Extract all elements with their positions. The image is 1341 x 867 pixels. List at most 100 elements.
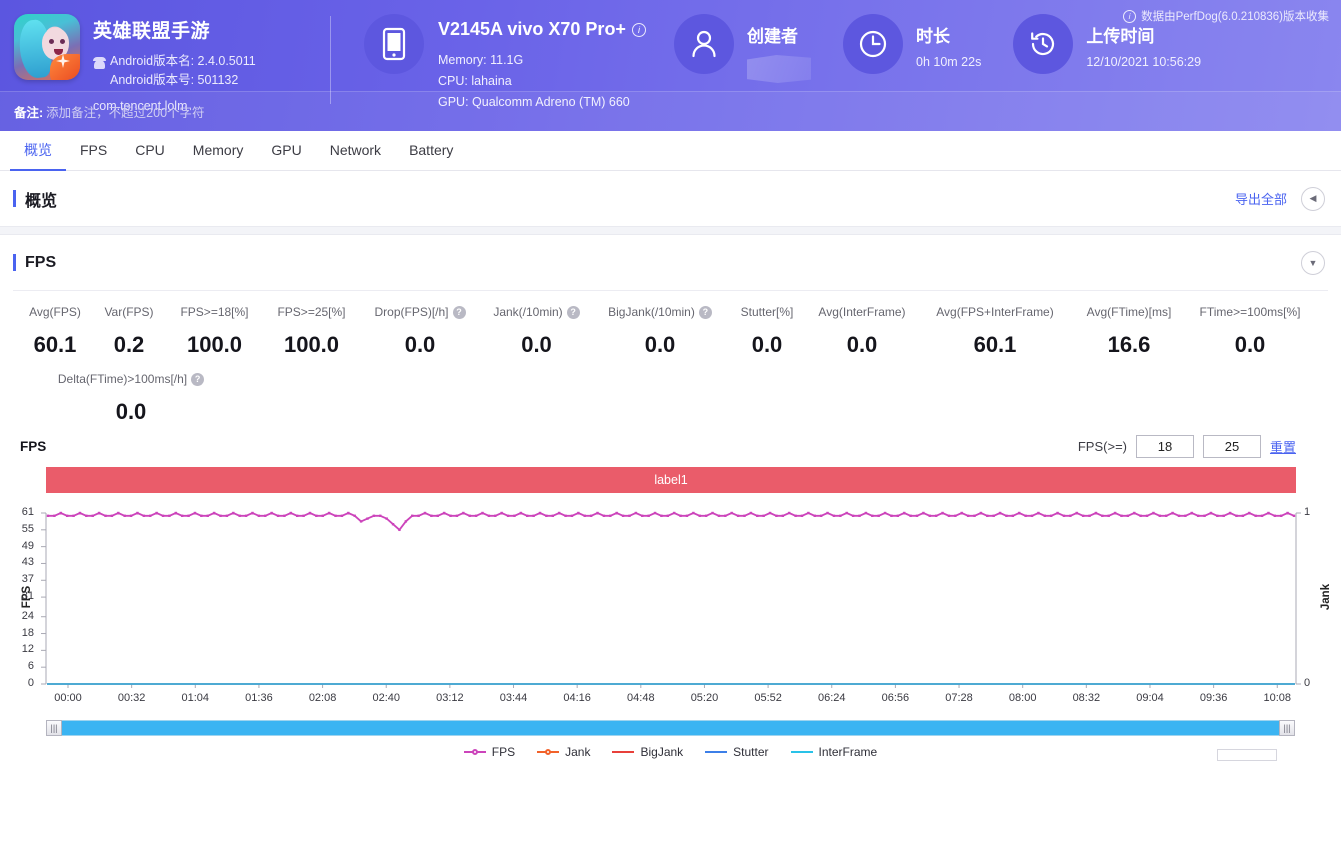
metric-label: Avg(FPS+InterFrame) — [936, 305, 1053, 319]
collapse-left-button[interactable]: ◀ — [1301, 186, 1325, 211]
legend-label: BigJank — [640, 745, 684, 759]
fps-section-title: FPS — [0, 254, 56, 272]
metric-label-text: Avg(InterFrame) — [818, 305, 906, 319]
x-tick-label: 05:52 — [754, 692, 782, 704]
metric-value: 60.1 — [973, 332, 1017, 357]
help-icon[interactable]: ? — [566, 305, 580, 319]
duration-value: 0h 10m 22s — [916, 55, 982, 69]
x-tick-label: 03:12 — [436, 692, 464, 704]
label-band[interactable]: label1 — [46, 467, 1296, 493]
android-icon — [93, 56, 106, 72]
metric-avg-interframe: Avg(InterFrame) 0.0 — [807, 305, 917, 358]
help-icon[interactable]: ? — [452, 305, 466, 319]
x-tick-label: 04:16 — [563, 692, 591, 704]
metric-ftime-100ms: FTime>=100ms[%] 0.0 — [1185, 305, 1315, 358]
metric-label-text: Drop(FPS)[/h] — [374, 305, 449, 319]
x-tick-label: 00:32 — [117, 692, 146, 704]
metric-label: Avg(InterFrame) — [818, 305, 905, 319]
overview-section-header: 概览 导出全部 ◀ — [0, 171, 1341, 226]
metric-value: 0.2 — [113, 332, 145, 357]
device-cpu: CPU: lahaina — [438, 74, 512, 88]
x-tick-label: 07:28 — [945, 692, 973, 704]
fps-chart-panel: FPS FPS(>=) 重置 label1 FPS Jank 061218243… — [0, 429, 1341, 761]
metric-label: BigJank(/10min)? — [608, 305, 712, 319]
remark-input[interactable]: 添加备注，不超过200个字符 — [46, 102, 204, 121]
help-icon[interactable]: ? — [191, 372, 205, 386]
device-memory: Memory: 11.1G — [438, 53, 524, 67]
tab-memory[interactable]: Memory — [179, 131, 258, 171]
help-icon[interactable]: ? — [698, 305, 712, 319]
metric-label-text: FPS>=18[%] — [180, 305, 249, 319]
fps-threshold-low-input[interactable] — [1135, 435, 1194, 458]
metric-label-text: FPS>=25[%] — [277, 305, 346, 319]
creator-avatar-placeholder — [747, 55, 811, 83]
legend-item[interactable]: BigJank — [612, 745, 683, 759]
fps-plot[interactable]: FPS Jank 0 6 12 18 24 31 37 43 49 55 61 01 00:00 00… — [0, 499, 1341, 714]
tab-cpu[interactable]: CPU — [121, 131, 179, 171]
x-tick-label: 00:00 — [54, 692, 82, 704]
legend-label: Stutter — [733, 745, 769, 759]
upload-time-label: 上传时间 — [1086, 27, 1155, 46]
metric-avg-fps-interframe: Avg(FPS+InterFrame) 60.1 — [917, 305, 1073, 358]
x-tick-label: 03:44 — [499, 692, 528, 704]
metric-label-text: Stutter[%] — [740, 305, 794, 319]
x-tick-label: 01:36 — [245, 692, 273, 704]
metric-value: 16.6 — [1107, 332, 1151, 357]
metric-bigjank-10min: BigJank(/10min)? 0.0 — [593, 305, 727, 358]
metric-label: Drop(FPS)[/h]? — [374, 305, 466, 319]
legend-item[interactable]: InterFrame — [790, 745, 877, 759]
reset-link[interactable]: 重置 — [1270, 437, 1296, 456]
device-model: V2145A vivo X70 Pro+ i — [438, 19, 646, 40]
app-header: i 数据由PerfDog(6.0.210836)版本收集 英雄联盟手游 Andr… — [0, 0, 1341, 131]
device-info-icon[interactable]: i — [631, 22, 646, 37]
upload-time-value: 12/10/2021 10:56:29 — [1086, 55, 1202, 69]
tab-gpu[interactable]: GPU — [257, 131, 315, 171]
metric-label-text: Avg(FTime)[ms] — [1086, 305, 1172, 319]
metric-label-text: FTime>=100ms[%] — [1199, 305, 1301, 319]
fps-threshold-label: FPS(>=) — [1077, 439, 1127, 454]
metric-label-text: BigJank(/10min) — [608, 305, 695, 319]
fps-metrics: Avg(FPS) 60.1 Var(FPS) 0.2 FPS>=18[%] 100.0 FP… — [0, 291, 1341, 429]
duration-label: 时长 — [916, 27, 950, 46]
metric-label-text: Avg(FPS) — [29, 305, 81, 319]
x-tick-label: 06:24 — [817, 692, 846, 704]
x-tick-label: 02:08 — [308, 692, 337, 704]
tab-overview[interactable]: 概览 — [10, 131, 66, 171]
remark-label: 备注: — [14, 106, 44, 120]
metric-value: 100.0 — [283, 332, 340, 357]
legend-item[interactable]: FPS — [463, 745, 515, 759]
fps-threshold-high-input[interactable] — [1202, 435, 1261, 458]
scroll-handle-left[interactable]: ||| — [46, 720, 62, 736]
metric-label: Avg(FTime)[ms] — [1087, 305, 1172, 319]
scroll-handle-right[interactable]: ||| — [1279, 720, 1295, 736]
perfdog-version-note: i 数据由PerfDog(6.0.210836)版本收集 — [1123, 8, 1329, 24]
tab-network[interactable]: Network — [316, 131, 395, 171]
x-tick-label: 01:04 — [181, 692, 210, 704]
legend-item[interactable]: Stutter — [705, 745, 769, 759]
creator-label: 创建者 — [747, 27, 798, 46]
device-model-text: V2145A vivo X70 Pro+ — [438, 19, 626, 39]
x-tick-label: 04:48 — [627, 692, 655, 704]
legend-item[interactable]: Jank — [537, 745, 590, 759]
scroll-track[interactable]: ||| ||| — [46, 720, 1295, 736]
app-name: 英雄联盟手游 — [93, 21, 211, 42]
chart-scrollbar[interactable]: ||| ||| — [46, 720, 1295, 736]
remark-bar[interactable]: 备注: 添加备注，不超过200个字符 — [0, 91, 1341, 131]
x-tick-label: 10:08 — [1263, 692, 1292, 704]
tab-fps[interactable]: FPS — [66, 131, 121, 171]
section-gap — [0, 226, 1341, 235]
tab-battery[interactable]: Battery — [395, 131, 467, 171]
metric-label: FPS>=18[%] — [180, 305, 248, 319]
history-icon — [1013, 14, 1074, 74]
metric-label: Stutter[%] — [741, 305, 794, 319]
metric-value: 0.0 — [644, 332, 676, 357]
chevron-down-icon[interactable]: ▼ — [1301, 250, 1325, 275]
metric-label: Avg(FPS) — [29, 305, 81, 319]
overview-title: 概览 — [0, 187, 57, 211]
metric-jank-10min: Jank(/10min)? 0.0 — [480, 305, 593, 358]
metric-value: 0.0 — [115, 399, 147, 424]
export-all-link[interactable]: 导出全部 — [1235, 189, 1287, 208]
metric-label-text: Var(FPS) — [104, 305, 154, 319]
metric-delta-ftime-100ms-h: Delta(FTime)>100ms[/h]? 0.0 — [18, 372, 244, 425]
x-tick-label: 09:36 — [1199, 692, 1228, 704]
